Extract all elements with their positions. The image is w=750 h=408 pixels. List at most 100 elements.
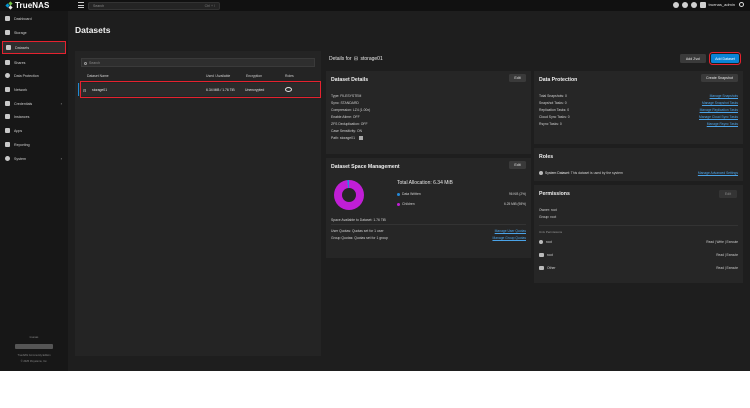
sidebar: Dashboard Storage Datasets Shares Data P… xyxy=(0,11,68,371)
permission-row-other: Other xyxy=(539,266,555,271)
roles-card: Roles System Dataset: This dataset is us… xyxy=(534,148,743,181)
manage-snapshots-link[interactable]: Manage Snapshots xyxy=(710,94,738,98)
sidebar-item-label: Network xyxy=(14,87,28,92)
space-management-card: Dataset Space Management Edit Total Allo… xyxy=(326,158,531,258)
column-header-encryption[interactable]: Encryption xyxy=(246,74,262,78)
footer-copyright: © 2025 iXsystems, Inc. xyxy=(20,360,48,363)
space-management-title: Dataset Space Management xyxy=(331,164,400,170)
manage-user-quotas-link[interactable]: Manage User Quotas xyxy=(495,229,526,233)
sidebar-item-credentials[interactable]: Credentials › xyxy=(2,99,66,108)
permission-user-value: Read | Write | Execute xyxy=(706,240,738,244)
manage-rsync-tasks-link[interactable]: Manage Rsync Tasks xyxy=(707,122,738,126)
data-written-label: Data Written xyxy=(397,192,421,196)
dataset-tree-icon: ⊟ xyxy=(353,56,359,62)
dataset-used: 6.34 MiB / 1.76 TiB xyxy=(206,87,235,92)
data-written-value: 96 KiB (2%) xyxy=(508,192,526,196)
key-icon xyxy=(5,101,10,106)
detail-atime: Enable Atime: OFF xyxy=(331,115,360,119)
dataset-name: storage01 xyxy=(92,87,108,92)
sidebar-item-data-protection[interactable]: Data Protection xyxy=(2,71,66,80)
column-header-name[interactable]: Dataset Name xyxy=(87,74,109,78)
group-icon xyxy=(539,253,544,258)
permissions-title: Permissions xyxy=(539,191,570,197)
global-search-input[interactable]: Search Ctrl + / xyxy=(88,1,220,10)
truenas-logo-icon xyxy=(5,1,13,10)
main-content: Datasets Search Dataset Name Used / Avai… xyxy=(68,11,750,371)
jobs-icon[interactable] xyxy=(682,2,688,8)
gear-icon xyxy=(5,156,10,161)
sidebar-item-label: System xyxy=(14,156,26,161)
apps-icon xyxy=(5,128,10,133)
unix-permissions-label: Unix Permissions xyxy=(539,230,563,234)
logo-text: TrueNAS xyxy=(15,1,50,10)
permissions-group: Group: root xyxy=(539,215,557,219)
footer-hostname: truenas xyxy=(29,336,39,339)
power-icon[interactable] xyxy=(739,2,744,7)
copy-icon[interactable] xyxy=(358,136,363,141)
manage-snapshot-tasks-link[interactable]: Manage Snapshot Tasks xyxy=(702,101,738,105)
add-dataset-button[interactable]: Add Dataset xyxy=(708,51,742,66)
user-menu[interactable]: truenas_admin xyxy=(709,2,744,7)
truecommand-icon[interactable] xyxy=(673,2,679,8)
help-icon[interactable] xyxy=(691,2,697,8)
add-zvol-button[interactable]: Add Zvol xyxy=(680,54,706,63)
sidebar-item-datasets[interactable]: Datasets xyxy=(2,41,66,54)
dataset-search-input[interactable]: Search xyxy=(81,58,315,67)
top-icons xyxy=(673,2,706,8)
sidebar-item-instances[interactable]: Instances xyxy=(2,112,66,121)
sidebar-item-label: Dashboard xyxy=(14,16,32,21)
truenas-logo[interactable]: TrueNAS xyxy=(5,1,50,10)
rsync-tasks: Rsync Tasks: 0 xyxy=(539,122,562,126)
sidebar-item-network[interactable]: Network xyxy=(2,85,66,94)
permissions-card: Permissions Edit Owner: root Group: root… xyxy=(534,185,743,283)
dashboard-icon xyxy=(5,16,10,21)
sidebar-item-reporting[interactable]: Reporting xyxy=(2,140,66,149)
sidebar-item-label: Reporting xyxy=(14,142,30,147)
network-icon xyxy=(5,87,10,92)
version-badge[interactable] xyxy=(15,344,53,349)
sidebar-item-label: Credentials xyxy=(14,101,33,106)
space-available: Space Available to Dataset: 1.76 TiB xyxy=(331,218,386,222)
sidebar-item-label: Shares xyxy=(14,60,26,65)
sidebar-item-label: Instances xyxy=(14,114,30,119)
storage-icon xyxy=(5,30,10,35)
data-protection-title: Data Protection xyxy=(539,77,578,83)
shield-icon xyxy=(5,73,10,78)
datasets-icon xyxy=(6,45,11,50)
sidebar-item-label: Data Protection xyxy=(14,73,39,78)
dataset-details-edit-button[interactable]: Edit xyxy=(509,74,526,82)
username: truenas_admin xyxy=(708,2,735,7)
dataset-search-placeholder: Search xyxy=(89,60,101,65)
divider xyxy=(331,224,526,225)
manage-advanced-settings-link[interactable]: Manage Advanced Settings xyxy=(698,171,738,175)
dataset-tree-icon: ⊟ xyxy=(83,87,87,93)
roles-title: Roles xyxy=(539,154,554,160)
sidebar-item-apps[interactable]: Apps xyxy=(2,126,66,135)
sidebar-item-shares[interactable]: Shares xyxy=(2,58,66,67)
manage-replication-tasks-link[interactable]: Manage Replication Tasks xyxy=(700,108,738,112)
user-icon xyxy=(539,240,543,245)
details-label: Details for xyxy=(329,56,352,62)
instances-icon xyxy=(5,114,10,119)
sidebar-item-system[interactable]: System › xyxy=(2,154,66,163)
dataset-table-header: Dataset Name Used / Available Encryption… xyxy=(75,72,321,80)
sidebar-item-label: Apps xyxy=(14,128,23,133)
bell-icon[interactable] xyxy=(700,2,706,8)
menu-toggle-icon[interactable] xyxy=(78,2,84,8)
dataset-details-card: Dataset Details Edit Type: FILESYSTEM Sy… xyxy=(326,71,531,154)
legend-dot-data-written xyxy=(397,192,400,196)
permission-row-user: root xyxy=(539,240,552,245)
column-header-roles[interactable]: Roles xyxy=(285,74,294,78)
detail-dedup: ZFS Deduplication: OFF xyxy=(331,122,368,126)
sidebar-item-storage[interactable]: Storage xyxy=(2,28,66,37)
permissions-edit-button[interactable]: Edit xyxy=(719,190,737,198)
column-header-used[interactable]: Used / Available xyxy=(206,74,230,78)
table-row[interactable]: ⊟ storage01 6.34 MiB / 1.76 TiB Unencryp… xyxy=(78,83,321,96)
manage-group-quotas-link[interactable]: Manage Group Quotas xyxy=(492,236,526,240)
manage-cloud-sync-tasks-link[interactable]: Manage Cloud Sync Tasks xyxy=(699,115,738,119)
children-label: Children xyxy=(397,202,415,206)
other-icon xyxy=(539,266,544,271)
sidebar-item-dashboard[interactable]: Dashboard xyxy=(2,14,66,23)
create-snapshot-button[interactable]: Create Snapshot xyxy=(701,74,738,82)
space-edit-button[interactable]: Edit xyxy=(509,161,526,169)
